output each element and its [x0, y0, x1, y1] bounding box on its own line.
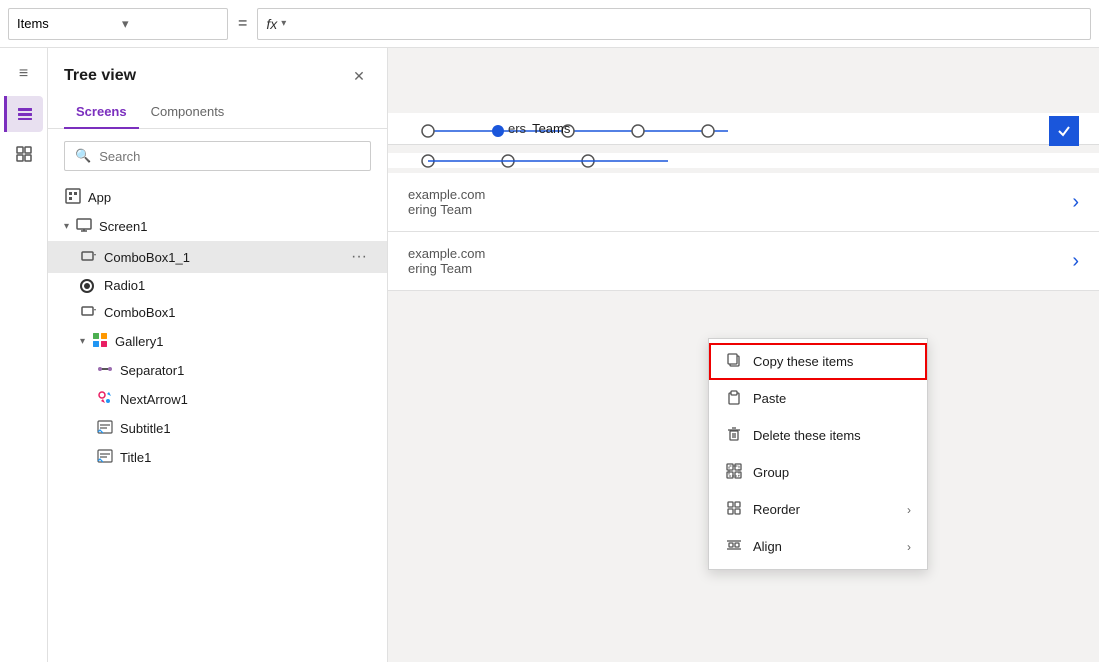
reorder-label: Reorder — [753, 502, 897, 517]
paste-label: Paste — [753, 391, 911, 406]
screen-icon — [75, 217, 93, 236]
search-icon: 🔍 — [75, 148, 91, 164]
left-nav: ≡ — [0, 48, 48, 662]
nav-hamburger-icon[interactable]: ≡ — [6, 56, 42, 92]
app-icon — [64, 188, 82, 207]
tree-search-box[interactable]: 🔍 — [64, 141, 371, 171]
tab-components[interactable]: Components — [139, 96, 237, 129]
canvas-row-1: example.com ering Team › — [388, 173, 1099, 232]
canvas-area: ers Teams — [388, 48, 1099, 662]
row1-title: example.com — [408, 187, 1072, 202]
tree-content: App ▾ Screen1 — [48, 183, 387, 662]
tab-teams-label: ers — [508, 121, 526, 136]
nextarrow-icon — [96, 390, 114, 409]
search-input[interactable] — [99, 149, 360, 164]
row1-subtitle: ering Team — [408, 202, 1072, 217]
tab-teams-active: Teams — [532, 121, 570, 136]
combobox1-label: ComboBox1 — [104, 305, 371, 320]
tree-item-screen1[interactable]: ▾ Screen1 — [48, 212, 387, 241]
row1-arrow-icon: › — [1072, 191, 1079, 214]
tree-panel: Tree view ✕ Screens Components 🔍 — [48, 48, 388, 662]
group-label: Group — [753, 465, 911, 480]
combobox-icon — [80, 248, 98, 267]
delete-label: Delete these items — [753, 428, 911, 443]
tree-item-gallery1[interactable]: ▾ Gallery1 — [48, 327, 387, 356]
delete-icon — [725, 426, 743, 445]
gallery1-label: Gallery1 — [115, 334, 371, 349]
tree-item-separator1[interactable]: Separator1 — [48, 356, 387, 385]
subtitle1-label: Subtitle1 — [120, 421, 371, 436]
fx-chevron-icon: ▾ — [281, 18, 286, 29]
tree-item-combobox1[interactable]: ComboBox1 — [48, 298, 387, 327]
row2-arrow-icon: › — [1072, 250, 1079, 273]
dropdown-label: Items — [17, 16, 114, 31]
app-label: App — [88, 190, 371, 205]
radio-icon — [80, 279, 98, 293]
context-menu: Copy these items Paste — [708, 338, 928, 570]
blue-check-icon — [1049, 116, 1079, 146]
align-arrow-icon: › — [907, 540, 911, 554]
radio1-label: Radio1 — [104, 278, 371, 293]
tree-item-app[interactable]: App — [48, 183, 387, 212]
tree-item-subtitle1[interactable]: Subtitle1 — [48, 414, 387, 443]
tree-item-combobox1_1[interactable]: ComboBox1_1 ··· — [48, 241, 387, 273]
menu-item-copy[interactable]: Copy these items — [709, 343, 927, 380]
menu-item-reorder[interactable]: Reorder › — [709, 491, 927, 528]
screen1-label: Screen1 — [99, 219, 371, 234]
combobox2-icon — [80, 303, 98, 322]
row2-subtitle: ering Team — [408, 261, 1072, 276]
separator-icon — [96, 361, 114, 380]
more-options-icon[interactable]: ··· — [347, 246, 371, 268]
tree-item-nextarrow1[interactable]: NextArrow1 — [48, 385, 387, 414]
tree-item-title1[interactable]: Title1 — [48, 443, 387, 472]
fx-icon: fx — [266, 16, 277, 32]
tab-screens[interactable]: Screens — [64, 96, 139, 129]
align-icon — [725, 537, 743, 556]
main-layout: ≡ Tree view ✕ Screens Components — [0, 48, 1099, 662]
equals-sign: = — [232, 15, 253, 33]
row2-title: example.com — [408, 246, 1072, 261]
separator1-label: Separator1 — [120, 363, 371, 378]
nextarrow1-label: NextArrow1 — [120, 392, 371, 407]
nav-components-icon[interactable] — [6, 136, 42, 172]
menu-item-align[interactable]: Align › — [709, 528, 927, 565]
paste-icon — [725, 389, 743, 408]
nav-layers-icon[interactable] — [4, 96, 43, 132]
close-button[interactable]: ✕ — [347, 64, 371, 88]
top-bar: Items ▾ = fx ▾ — [0, 0, 1099, 48]
tree-header: Tree view ✕ — [48, 48, 387, 96]
menu-item-paste[interactable]: Paste — [709, 380, 927, 417]
reorder-icon — [725, 500, 743, 519]
align-label: Align — [753, 539, 897, 554]
combobox1_1-label: ComboBox1_1 — [104, 250, 341, 265]
reorder-arrow-icon: › — [907, 503, 911, 517]
canvas-row-2: example.com ering Team › — [388, 232, 1099, 291]
screen1-triangle-icon: ▾ — [64, 221, 69, 232]
tree-tabs: Screens Components — [48, 96, 387, 129]
menu-item-group[interactable]: Group — [709, 454, 927, 491]
formula-bar[interactable]: fx ▾ — [257, 8, 1091, 40]
gallery1-triangle-icon: ▾ — [80, 336, 85, 347]
subtitle-icon — [96, 419, 114, 438]
tree-title: Tree view — [64, 67, 136, 85]
tree-item-radio1[interactable]: Radio1 — [48, 273, 387, 298]
group-icon — [725, 463, 743, 482]
title-icon — [96, 448, 114, 467]
dropdown-chevron-icon: ▾ — [122, 16, 219, 32]
menu-item-delete[interactable]: Delete these items — [709, 417, 927, 454]
copy-label: Copy these items — [753, 354, 911, 369]
copy-icon — [725, 352, 743, 371]
title1-label: Title1 — [120, 450, 371, 465]
gallery-icon — [91, 332, 109, 351]
formula-dropdown[interactable]: Items ▾ — [8, 8, 228, 40]
